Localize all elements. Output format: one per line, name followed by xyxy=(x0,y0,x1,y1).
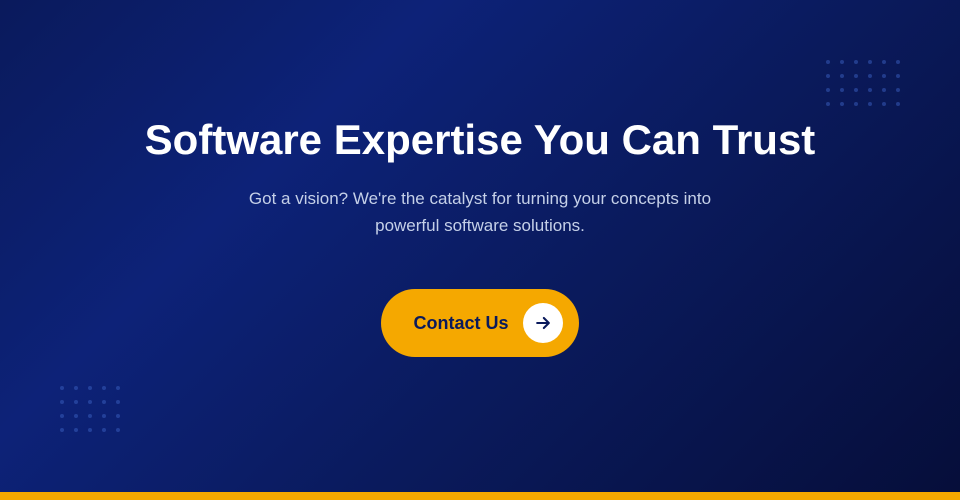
decorative-dot xyxy=(116,386,120,390)
cta-button-label: Contact Us xyxy=(413,313,508,334)
decorative-dot xyxy=(74,414,78,418)
decorative-dot xyxy=(896,88,900,92)
decorative-dot xyxy=(882,60,886,64)
decorative-dot xyxy=(116,428,120,432)
decorative-dot xyxy=(60,428,64,432)
decorative-dot xyxy=(88,400,92,404)
gold-bar xyxy=(0,492,960,500)
decorative-dot xyxy=(88,386,92,390)
decorative-dot xyxy=(868,102,872,106)
decorative-dot xyxy=(868,74,872,78)
decorative-dot xyxy=(826,60,830,64)
page-wrapper: Software Expertise You Can Trust Got a v… xyxy=(0,0,960,500)
decorative-dot xyxy=(826,88,830,92)
decorative-dot xyxy=(74,400,78,404)
decorative-dot xyxy=(88,428,92,432)
decorative-dot xyxy=(840,88,844,92)
contact-us-button[interactable]: Contact Us xyxy=(381,289,578,357)
decorative-dot xyxy=(840,60,844,64)
decorative-dot xyxy=(896,60,900,64)
decorative-dot xyxy=(102,414,106,418)
dots-bottom-left xyxy=(60,386,120,432)
decorative-dot xyxy=(840,102,844,106)
cta-arrow-circle xyxy=(523,303,563,343)
decorative-dot xyxy=(896,102,900,106)
decorative-dot xyxy=(88,414,92,418)
decorative-dot xyxy=(882,74,886,78)
arrow-right-icon xyxy=(533,313,553,333)
decorative-dot xyxy=(854,74,858,78)
decorative-dot xyxy=(882,88,886,92)
decorative-dot xyxy=(868,60,872,64)
decorative-dot xyxy=(102,400,106,404)
decorative-dot xyxy=(74,386,78,390)
decorative-dot xyxy=(60,400,64,404)
decorative-dot xyxy=(854,60,858,64)
dots-top-right xyxy=(826,60,900,106)
decorative-dot xyxy=(840,74,844,78)
decorative-dot xyxy=(60,386,64,390)
decorative-dot xyxy=(896,74,900,78)
decorative-dot xyxy=(854,88,858,92)
decorative-dot xyxy=(116,400,120,404)
decorative-dot xyxy=(102,386,106,390)
decorative-dot xyxy=(826,74,830,78)
hero-subtitle: Got a vision? We're the catalyst for tur… xyxy=(220,185,740,239)
decorative-dot xyxy=(74,428,78,432)
decorative-dot xyxy=(102,428,106,432)
decorative-dot xyxy=(116,414,120,418)
decorative-dot xyxy=(854,102,858,106)
hero-title: Software Expertise You Can Trust xyxy=(145,115,816,165)
hero-section: Software Expertise You Can Trust Got a v… xyxy=(0,0,960,492)
decorative-dot xyxy=(826,102,830,106)
decorative-dot xyxy=(60,414,64,418)
decorative-dot xyxy=(882,102,886,106)
decorative-dot xyxy=(868,88,872,92)
